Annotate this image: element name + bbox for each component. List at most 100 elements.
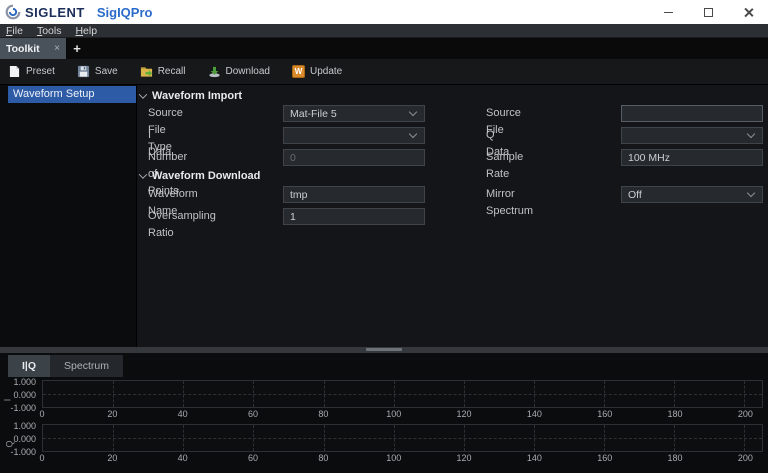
source-file-type-select[interactable]: Mat-File 5 — [283, 105, 425, 122]
gridline — [463, 381, 465, 407]
download-button[interactable]: Download — [208, 65, 270, 78]
menu-tools[interactable]: Tools — [37, 25, 62, 37]
oversampling-ratio-input[interactable] — [284, 210, 424, 223]
sample-rate-label: Sample Rate — [486, 151, 524, 180]
tab-toolkit[interactable]: Toolkit × — [0, 38, 66, 59]
y-axis-labels: 1.000 0.000 -1.000 — [0, 421, 38, 457]
download-label: Download — [225, 66, 270, 77]
chevron-down-icon — [408, 107, 418, 117]
tab-close-icon[interactable]: × — [54, 43, 60, 54]
gridline — [183, 381, 185, 407]
y-axis-title-q: Q — [4, 439, 15, 448]
x-tick-label: 40 — [177, 453, 188, 463]
gridline — [393, 381, 395, 407]
preview-panel: I|Q Spectrum 1.000 0.000 -1.000 I 0 20 40 60 8… — [0, 353, 768, 473]
content-area: Waveform Setup Waveform Import Source Fi… — [0, 85, 768, 347]
x-tick-label: 160 — [597, 409, 613, 419]
section-waveform-import[interactable]: Waveform Import — [138, 89, 242, 103]
menu-help[interactable]: Help — [75, 25, 97, 37]
settings-panel: Waveform Import Source File Type Mat-Fil… — [137, 85, 768, 347]
i-data-select[interactable] — [283, 127, 425, 144]
splitter-grip-icon[interactable] — [366, 348, 402, 351]
recall-label: Recall — [157, 66, 186, 77]
tab-toolkit-label: Toolkit — [6, 42, 40, 55]
menu-file[interactable]: File — [6, 25, 23, 37]
app-title: SigIQPro — [96, 4, 153, 20]
brand-logo-text: SIGLENT — [25, 4, 85, 20]
y-tick-label: -1.000 — [10, 403, 36, 413]
gridline — [534, 425, 536, 451]
x-tick-label: 120 — [456, 453, 472, 463]
x-axis-labels: 0 20 40 60 80 100 120 140 160 180 200 — [39, 452, 763, 465]
new-tab-button[interactable]: + — [66, 38, 88, 59]
panel-splitter[interactable] — [0, 347, 768, 353]
siglent-swirl-icon — [5, 4, 21, 20]
plot-area-q — [42, 424, 763, 452]
x-tick-label: 100 — [386, 453, 402, 463]
preset-button[interactable]: Preset — [8, 65, 55, 78]
document-icon — [8, 65, 21, 78]
x-tick-label: 40 — [177, 409, 188, 419]
number-of-points-input[interactable] — [284, 151, 424, 164]
waveform-name-input-wrap — [283, 186, 425, 203]
floppy-icon — [77, 65, 90, 78]
x-tick-label: 140 — [526, 409, 542, 419]
mirror-spectrum-select[interactable]: Off — [621, 186, 763, 203]
gridline — [463, 425, 465, 451]
x-tick-label: 0 — [39, 453, 45, 463]
gridline — [604, 381, 606, 407]
y-tick-label: 0.000 — [13, 434, 36, 444]
maximize-button[interactable] — [688, 0, 728, 24]
close-button[interactable] — [728, 0, 768, 24]
update-badge-icon: W — [291, 65, 305, 78]
gridline — [534, 381, 536, 407]
menu-bar: File Tools Help — [0, 24, 768, 38]
q-data-select[interactable] — [621, 127, 763, 144]
sample-rate-input-wrap — [621, 149, 763, 166]
x-tick-label: 180 — [667, 453, 683, 463]
section-title: Waveform Download — [152, 170, 261, 182]
tab-spectrum[interactable]: Spectrum — [50, 355, 123, 377]
source-file-input[interactable] — [622, 107, 762, 120]
save-button[interactable]: Save — [77, 65, 118, 78]
preview-tabs: I|Q Spectrum — [0, 353, 768, 377]
folder-icon — [140, 65, 153, 78]
maximize-icon — [703, 7, 713, 17]
iq-chart-i: 1.000 0.000 -1.000 I 0 20 40 60 80 100 120 140 160… — [2, 377, 763, 421]
recall-button[interactable]: Recall — [140, 65, 186, 78]
mirror-spectrum-label: Mirror Spectrum — [486, 188, 534, 217]
source-file-input-wrap — [621, 105, 763, 122]
document-tabbar: Toolkit × + — [0, 38, 768, 59]
x-tick-label: 0 — [39, 409, 45, 419]
minimize-button[interactable] — [648, 0, 688, 24]
sidebar-item-waveform-setup[interactable]: Waveform Setup — [8, 86, 136, 103]
number-of-points-input-wrap — [283, 149, 425, 166]
x-tick-label: 80 — [318, 453, 329, 463]
update-button[interactable]: W Update — [291, 65, 342, 78]
gridline — [744, 425, 746, 451]
chevron-down-icon — [138, 90, 148, 99]
sample-rate-input[interactable] — [622, 151, 762, 164]
toolbar: Preset Save Recall Download W Update — [0, 59, 768, 85]
chevron-down-icon — [408, 129, 418, 139]
iq-chart-q: 1.000 0.000 -1.000 Q 0 20 40 60 80 100 120 140 160… — [5, 421, 763, 465]
tab-iq[interactable]: I|Q — [8, 355, 51, 377]
y-tick-label: -1.000 — [10, 447, 36, 457]
gridline — [744, 381, 746, 407]
plot-area-i — [42, 380, 763, 408]
waveform-name-input[interactable] — [284, 188, 424, 201]
save-label: Save — [94, 66, 118, 77]
x-tick-label: 60 — [248, 453, 259, 463]
x-tick-label: 200 — [737, 409, 753, 419]
x-tick-label: 20 — [107, 453, 118, 463]
y-tick-label: 1.000 — [13, 421, 36, 431]
x-axis-labels: 0 20 40 60 80 100 120 140 160 180 200 — [39, 408, 763, 421]
x-tick-label: 120 — [456, 409, 472, 419]
oversampling-ratio-label: Oversampling Ratio — [148, 210, 216, 239]
gridline — [323, 425, 325, 451]
y-tick-label: 1.000 — [13, 377, 36, 387]
section-waveform-download[interactable]: Waveform Download — [138, 169, 261, 183]
x-tick-label: 180 — [667, 409, 683, 419]
gridline — [183, 425, 185, 451]
sidebar: Waveform Setup — [0, 85, 137, 347]
